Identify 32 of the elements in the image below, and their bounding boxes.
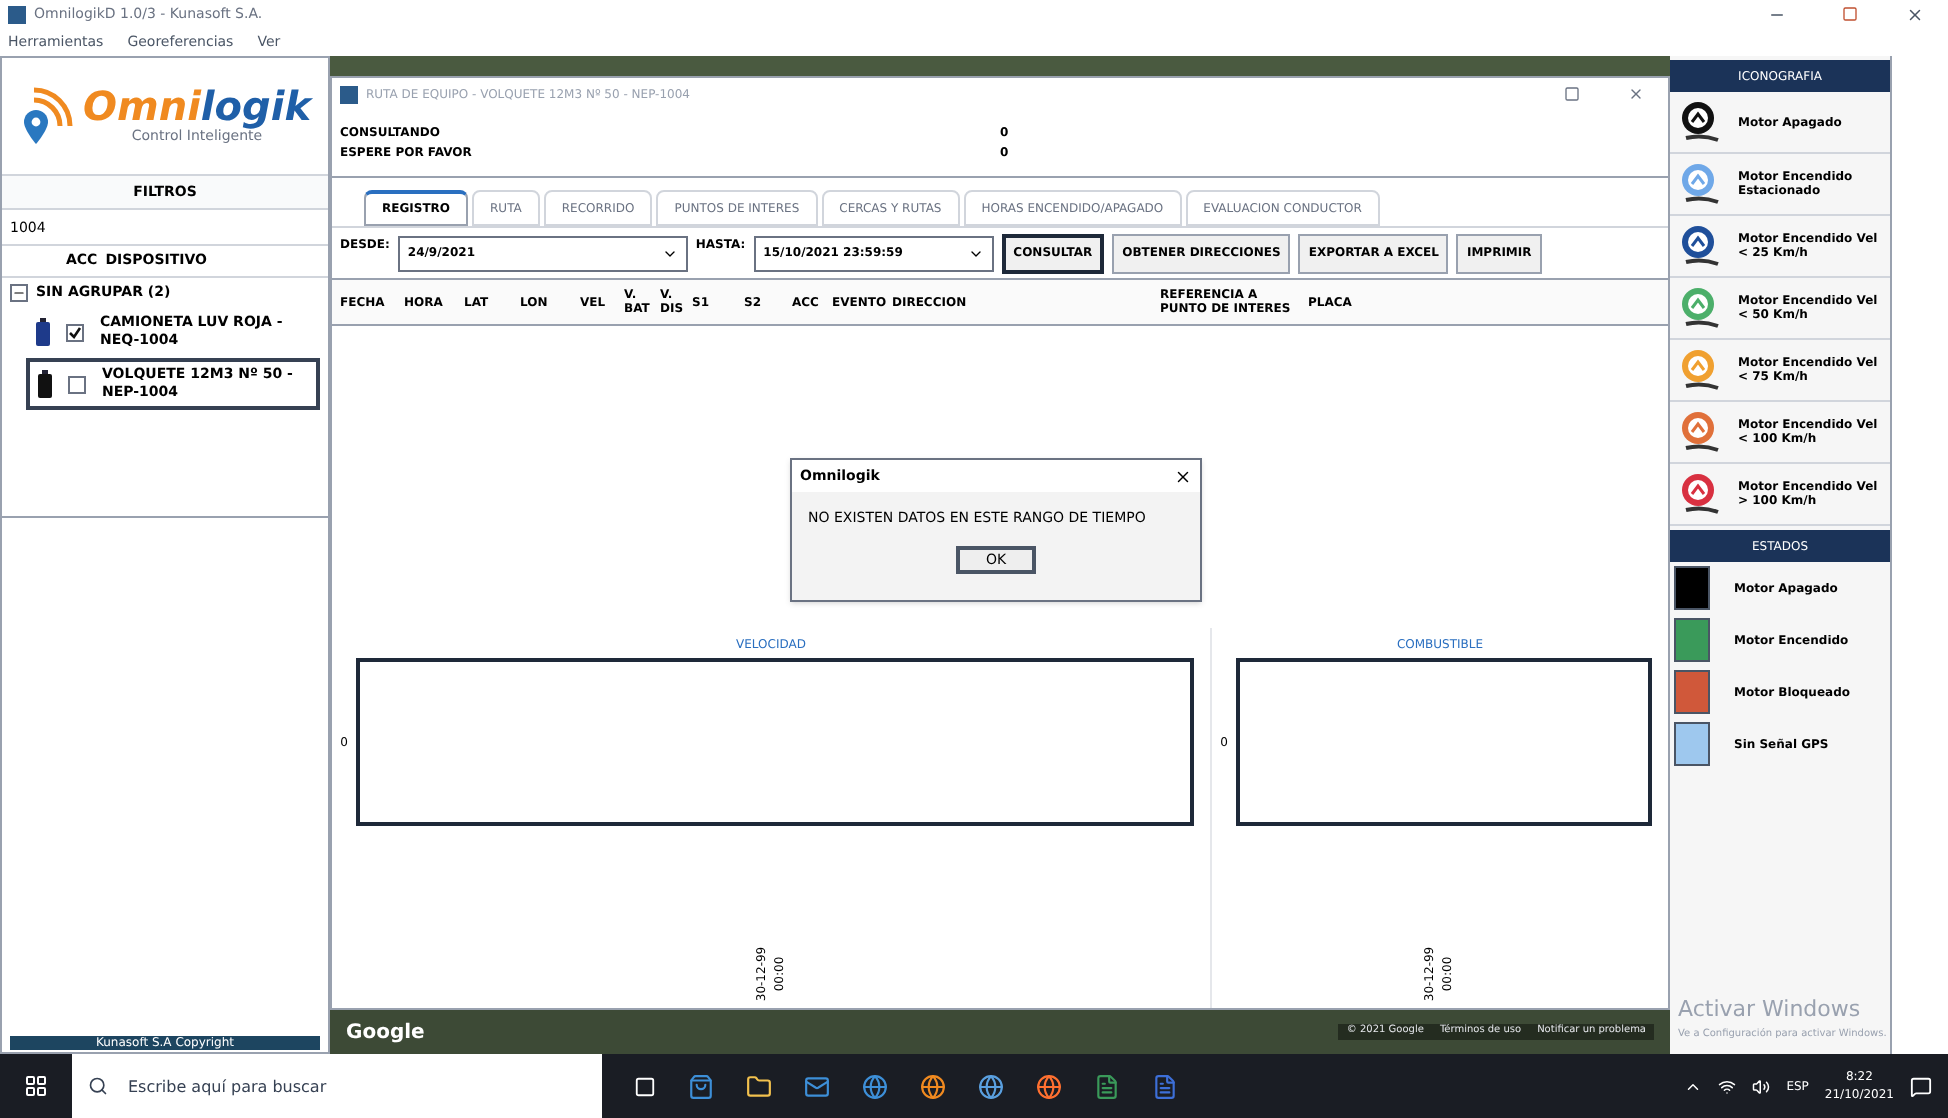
close-icon[interactable] [1174, 467, 1192, 485]
folder-icon[interactable] [746, 1073, 772, 1099]
spreadsheet-icon[interactable] [1094, 1073, 1120, 1099]
start-icon[interactable] [24, 1074, 48, 1098]
notifications-icon[interactable] [1910, 1075, 1932, 1097]
device-checkbox[interactable] [66, 323, 84, 341]
document-icon[interactable] [1152, 1073, 1178, 1099]
location-pin-icon [18, 86, 75, 146]
maximize-icon[interactable] [1842, 6, 1858, 22]
globe-icon[interactable] [1036, 1073, 1062, 1099]
task-view-icon[interactable] [634, 1075, 656, 1097]
activation-title: Activar Windows [1678, 994, 1863, 1026]
device-checkbox[interactable] [68, 375, 86, 393]
battery-icon [36, 318, 50, 346]
globe-icon[interactable] [978, 1073, 1004, 1099]
logo-wordmark: Omnilogik [82, 85, 311, 126]
close-icon[interactable] [1906, 5, 1924, 23]
app-icon [8, 5, 26, 23]
check-icon [68, 325, 82, 339]
battery-icon [38, 370, 52, 398]
map-logo: Google [346, 1019, 425, 1047]
taskbar-search-field[interactable]: Escribe aquí para buscar [72, 1054, 602, 1118]
expand-toggle[interactable] [10, 283, 28, 301]
store-icon[interactable] [688, 1073, 714, 1099]
maximize-icon[interactable] [1564, 86, 1580, 102]
browser-icon[interactable] [862, 1073, 888, 1099]
globe-icon[interactable] [920, 1073, 946, 1099]
network-icon[interactable] [1718, 1077, 1737, 1095]
search-icon [88, 1076, 108, 1096]
window-icon [340, 85, 358, 103]
mail-icon[interactable] [804, 1073, 830, 1099]
volume-icon[interactable] [1752, 1077, 1771, 1095]
